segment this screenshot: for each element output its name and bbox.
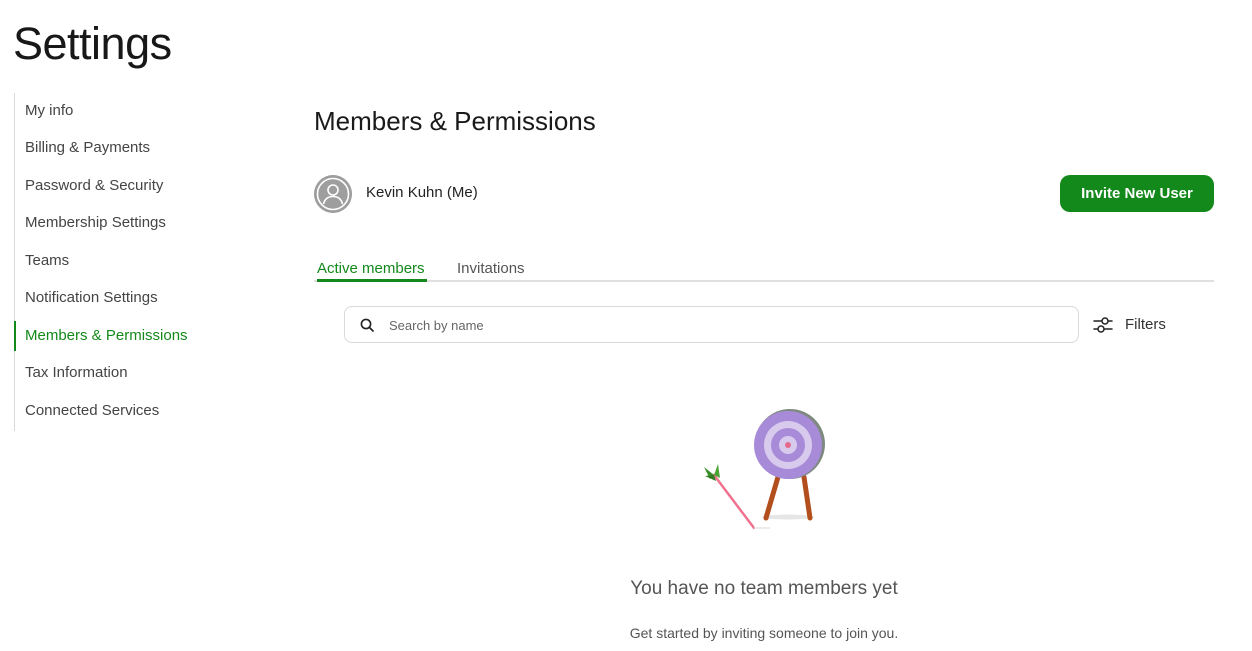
sidebar-item-members-permissions[interactable]: Members & Permissions: [14, 321, 245, 351]
section-title: Members & Permissions: [314, 106, 596, 136]
filters-label: Filters: [1125, 316, 1166, 333]
sidebar-item-notification-settings[interactable]: Notification Settings: [15, 283, 245, 313]
page-title: Settings: [13, 18, 172, 69]
search-input[interactable]: [389, 315, 1049, 335]
search-icon: [360, 318, 374, 332]
invite-new-user-button[interactable]: Invite New User: [1060, 175, 1214, 212]
current-user-name: Kevin Kuhn (Me): [366, 184, 478, 201]
sidebar-item-teams[interactable]: Teams: [15, 246, 245, 276]
settings-sidebar: My info Billing & Payments Password & Se…: [14, 93, 254, 431]
target-with-arrow-illustration: [700, 405, 830, 533]
search-box: [344, 306, 1079, 343]
sidebar-item-password-security[interactable]: Password & Security: [15, 171, 245, 201]
sidebar-item-tax-information[interactable]: Tax Information: [15, 358, 245, 388]
empty-state-subtitle: Get started by inviting someone to join …: [629, 625, 899, 641]
user-avatar-icon: [314, 175, 352, 213]
sidebar-item-membership-settings[interactable]: Membership Settings: [15, 208, 245, 238]
sidebar-item-connected-services[interactable]: Connected Services: [15, 396, 245, 426]
sidebar-item-my-info[interactable]: My info: [15, 96, 245, 126]
sliders-icon: [1093, 317, 1113, 333]
tab-invitations[interactable]: Invitations: [457, 260, 525, 277]
sidebar-item-billing-payments[interactable]: Billing & Payments: [15, 133, 245, 163]
active-tab-indicator: [317, 279, 427, 282]
empty-state-title: You have no team members yet: [630, 578, 898, 599]
tabs-divider: [314, 280, 1214, 282]
member-tabs: Active members Invitations: [314, 258, 1214, 283]
tab-active-members[interactable]: Active members: [317, 260, 425, 277]
